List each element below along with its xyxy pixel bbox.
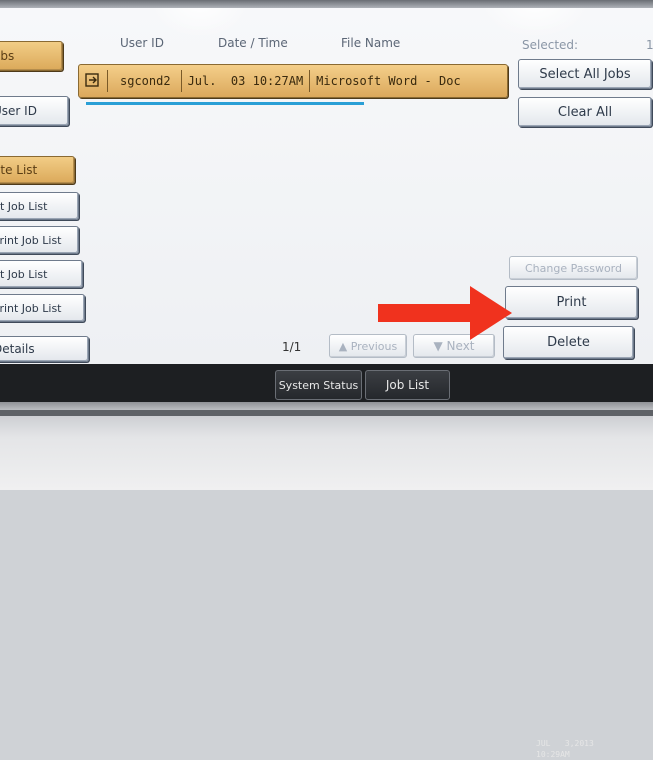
details-button[interactable]: Details (0, 336, 89, 362)
jobs-tab-label: obs (0, 49, 15, 63)
user-id-label: User ID (0, 104, 37, 118)
job-row[interactable]: sgcond2 Jul. 03 10:27AM Microsoft Word -… (78, 64, 508, 98)
print-job-list-label-2: Print Job List (0, 301, 62, 315)
clock: JUL 3,2013 10:29AM (536, 738, 594, 760)
job-list-filter-label-2: nt Job List (0, 267, 48, 281)
job-list-filter-button[interactable]: nt Job List (0, 192, 79, 220)
job-file-name: Microsoft Word - Doc (316, 74, 461, 88)
job-document-icon (79, 72, 107, 90)
system-bar: System Status Job List JUL 3,2013 10:29A… (0, 364, 653, 759)
header-file-name: File Name (341, 36, 401, 50)
selected-label: Selected: (522, 38, 579, 52)
print-label: Print (556, 295, 587, 310)
clock-time: 10:29AM (536, 750, 570, 759)
device-bezel-top (0, 0, 653, 8)
print-job-list-button[interactable]: Print Job List (0, 226, 79, 254)
clock-date: JUL 3,2013 (536, 739, 594, 748)
print-job-list-label: Print Job List (0, 233, 62, 247)
change-password-label: Change Password (525, 261, 622, 275)
job-list-filter-button-2[interactable]: nt Job List (0, 260, 83, 288)
selection-underline (86, 102, 364, 105)
red-arrow-icon (378, 286, 512, 340)
user-id-button[interactable]: User ID (0, 96, 69, 126)
selected-count: 1 (646, 38, 653, 52)
system-status-button[interactable]: System Status (275, 370, 362, 400)
header-date-time: Date / Time (218, 36, 288, 50)
screen-glare (480, 8, 590, 38)
job-list-label: Job List (385, 378, 430, 392)
page-indicator: 1/1 (282, 340, 302, 354)
touch-screen: obs User ID ete List nt Job List Print J… (0, 8, 653, 364)
job-user-id: sgcond2 (120, 74, 171, 88)
screen-glare (150, 8, 250, 38)
job-date-time: Jul. 03 10:27AM (187, 74, 304, 88)
clear-all-label: Clear All (557, 104, 613, 120)
header-user-id: User ID (120, 36, 164, 50)
device-frame-edge (0, 410, 653, 416)
job-list-button[interactable]: Job List (365, 370, 450, 400)
change-password-button[interactable]: Change Password (509, 256, 638, 280)
job-list-filter-label: nt Job List (0, 199, 48, 213)
select-all-jobs-button[interactable]: Select All Jobs (518, 59, 652, 89)
select-all-jobs-label: Select All Jobs (539, 66, 631, 82)
print-button[interactable]: Print (505, 286, 638, 319)
complete-list-label: ete List (0, 163, 38, 177)
system-status-label: System Status (278, 378, 359, 392)
details-label: Details (0, 342, 35, 356)
delete-button[interactable]: Delete (503, 326, 634, 359)
clear-all-button[interactable]: Clear All (518, 97, 652, 127)
print-job-list-button-2[interactable]: Print Job List (0, 294, 85, 322)
complete-list-button[interactable]: ete List (0, 156, 75, 184)
delete-label: Delete (547, 335, 590, 350)
jobs-tab-button[interactable]: obs (0, 41, 63, 71)
